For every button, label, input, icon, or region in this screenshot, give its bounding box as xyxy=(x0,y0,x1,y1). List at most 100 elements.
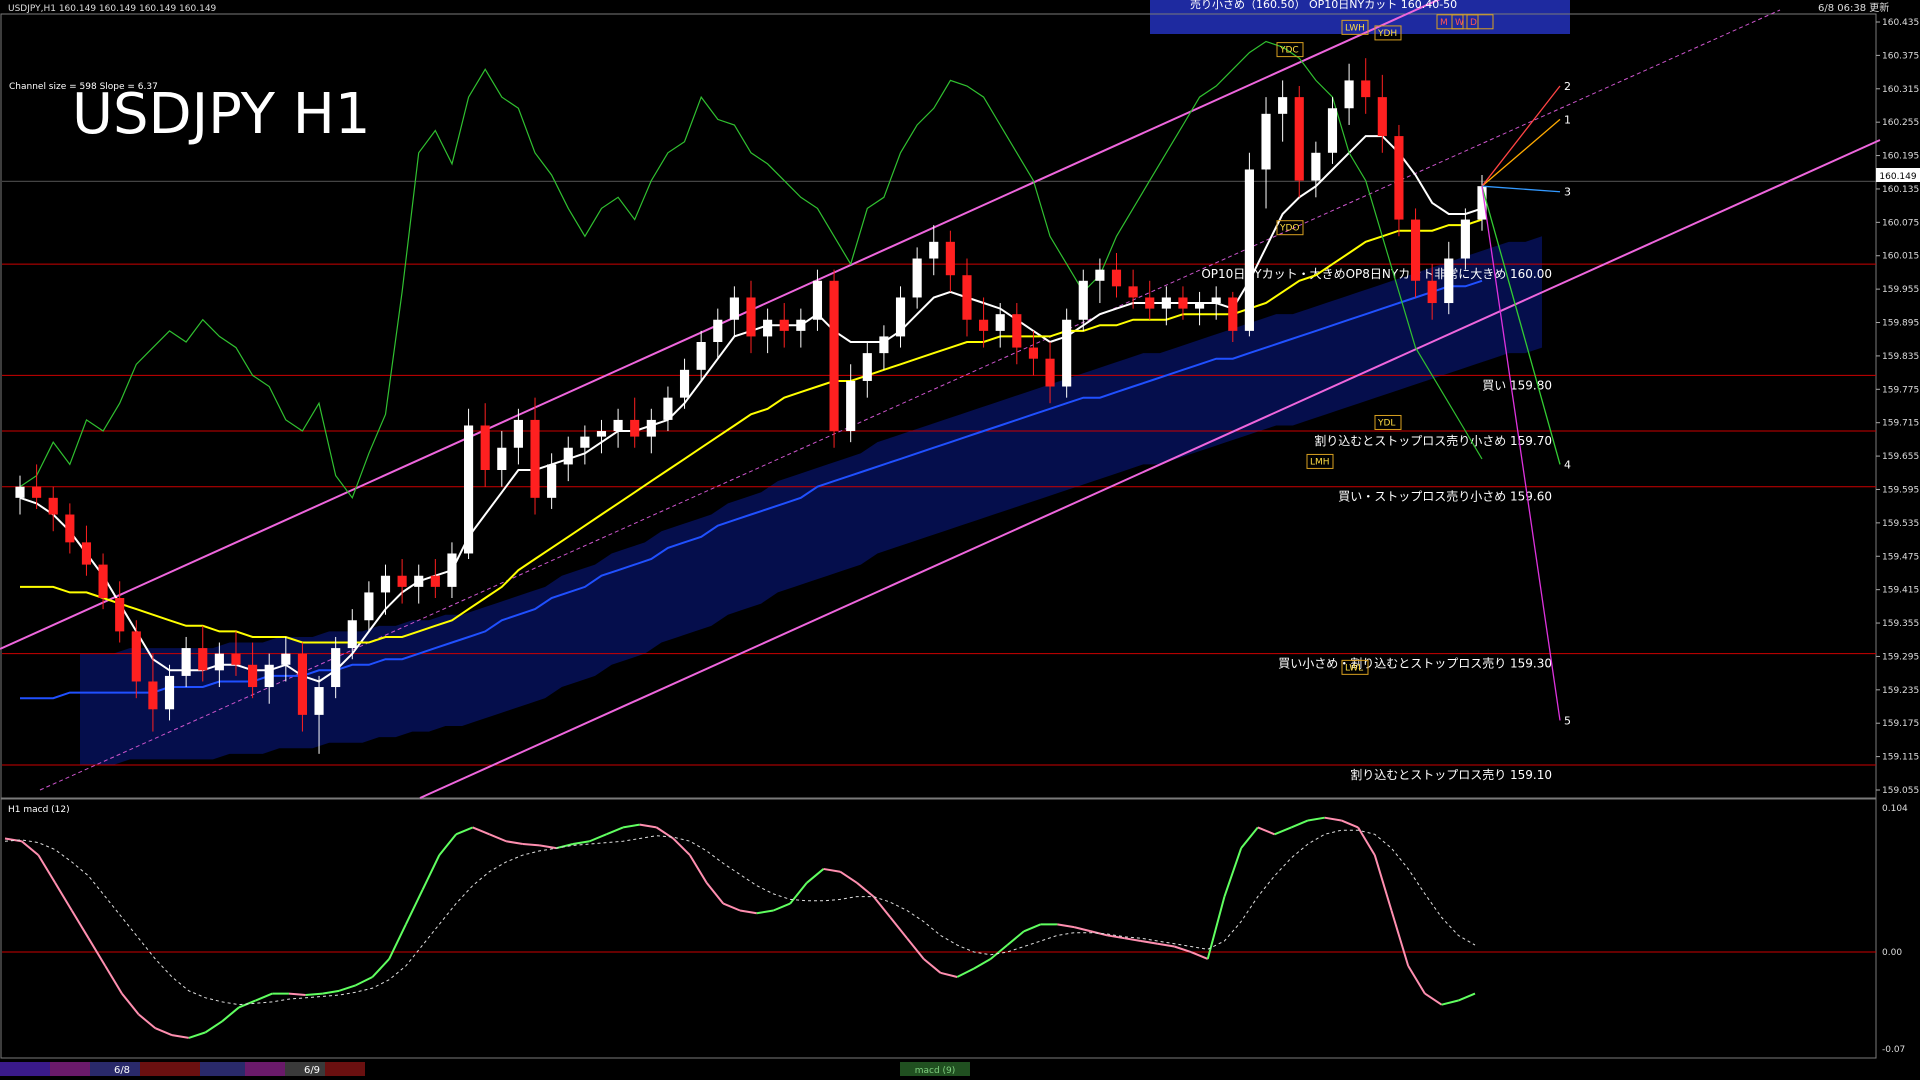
price-level-label: 割り込むとストップロス売り 159.10 xyxy=(1350,767,1552,782)
candle-body xyxy=(580,436,590,448)
y-tick-label: 159.055 xyxy=(1882,786,1919,796)
candle-body xyxy=(1344,80,1354,109)
candle-body xyxy=(430,575,440,587)
projection-label: 4 xyxy=(1564,458,1571,471)
macd-segment xyxy=(522,843,540,847)
top-banner-text: 売り小さめ（160.50） OP10日NYカット 160.40-50 xyxy=(1190,0,1457,11)
date-label-2: 6/9 xyxy=(304,1065,320,1076)
box-label: LMH xyxy=(1310,457,1330,467)
candle-body xyxy=(1327,108,1338,153)
y-tick-label: 159.775 xyxy=(1882,385,1919,395)
candle-body xyxy=(347,620,357,649)
candle-body xyxy=(895,297,906,337)
box-label: YDH xyxy=(1377,29,1397,39)
y-tick-label: 159.715 xyxy=(1882,419,1919,429)
y-tick-label: 159.115 xyxy=(1882,753,1919,763)
candle-body xyxy=(198,648,208,671)
y-tick-label: 159.595 xyxy=(1882,485,1919,495)
candle-body xyxy=(98,564,108,598)
candle-body xyxy=(1261,113,1271,170)
candle-body xyxy=(862,353,872,381)
candle-body xyxy=(979,319,989,331)
candle-body xyxy=(846,380,856,432)
candle-body xyxy=(48,497,58,515)
candle-body xyxy=(679,369,690,398)
candle-body xyxy=(1028,347,1039,359)
candle-body xyxy=(181,648,191,676)
candle-body xyxy=(1161,297,1171,309)
candle-body xyxy=(829,280,839,432)
candle-body xyxy=(1111,269,1122,287)
current-price-label: 160.149 xyxy=(1879,172,1916,182)
candle-body xyxy=(1228,297,1238,331)
candle-body xyxy=(696,342,706,370)
y-tick-label: 159.175 xyxy=(1882,719,1919,729)
candle-body xyxy=(995,314,1005,331)
candle-body xyxy=(879,336,889,354)
candle-body xyxy=(1145,297,1155,309)
candle-body xyxy=(1095,269,1105,281)
y-tick-label: 159.355 xyxy=(1882,619,1919,629)
candle-body xyxy=(513,419,523,448)
candle-body xyxy=(214,653,224,671)
candle-body xyxy=(563,447,573,465)
y-tick-label: 159.655 xyxy=(1882,452,1919,462)
candle-body xyxy=(463,425,474,554)
chart-canvas: USDJPY,H1 160.149 160.149 160.149 160.14… xyxy=(0,0,1920,1080)
candle-body xyxy=(331,648,341,688)
candle-body xyxy=(746,297,756,337)
candle-body xyxy=(480,425,490,470)
candle-body xyxy=(1062,319,1072,387)
candle-body xyxy=(248,664,258,688)
y-tick-label: 159.235 xyxy=(1882,686,1919,696)
y-tick-label: 160.375 xyxy=(1882,51,1919,61)
candle-body xyxy=(497,447,507,470)
y-tick-label: 160.315 xyxy=(1882,85,1919,95)
y-tick-label: 160.015 xyxy=(1882,252,1919,262)
update-time: 6/8 06:38 更新 xyxy=(1818,1,1889,14)
y-tick-label: 160.195 xyxy=(1882,152,1919,162)
box-label: LWL xyxy=(1345,663,1363,673)
candle-body xyxy=(779,319,789,331)
candle-body xyxy=(713,319,723,342)
candle-body xyxy=(1377,97,1387,137)
price-level-label: 買い 159.80 xyxy=(1482,378,1552,392)
y-tick-label: 160.435 xyxy=(1882,18,1919,28)
candle-body xyxy=(912,258,922,298)
candle-body xyxy=(364,592,374,621)
candle-body xyxy=(1311,152,1321,181)
projection-label: 5 xyxy=(1564,714,1571,727)
y-tick-label: 159.895 xyxy=(1882,319,1919,329)
macd-segment xyxy=(288,992,306,996)
candle-body xyxy=(148,681,158,710)
candle-body xyxy=(1178,297,1188,309)
candle-body xyxy=(447,553,457,587)
candle-body xyxy=(314,687,324,715)
candle-body xyxy=(115,598,125,632)
channel-info: Channel size = 598 Slope = 6.37 xyxy=(9,82,158,92)
candle-body xyxy=(962,275,972,320)
candle-body xyxy=(264,664,274,688)
macd-tick-label: -0.07 xyxy=(1882,1045,1905,1055)
candle-body xyxy=(32,486,42,498)
projection-label: 3 xyxy=(1564,186,1571,199)
projection-label: 1 xyxy=(1564,113,1571,126)
candle-body xyxy=(1427,280,1437,304)
y-tick-label: 159.955 xyxy=(1882,285,1919,295)
candle-body xyxy=(281,653,291,665)
candle-body xyxy=(414,575,424,587)
candle-body xyxy=(231,653,241,665)
candle-body xyxy=(1477,186,1487,220)
candle-body xyxy=(929,241,939,259)
candle-body xyxy=(81,542,92,565)
price-level-label: 割り込むとストップロス売り小さめ 159.70 xyxy=(1314,433,1552,448)
candle-body xyxy=(613,419,623,432)
y-tick-label: 159.535 xyxy=(1882,519,1919,529)
price-level-label: 買い小さめ・割り込むとストップロス売り 159.30 xyxy=(1278,656,1552,671)
symbol-line: USDJPY,H1 160.149 160.149 160.149 160.14… xyxy=(8,4,217,14)
candle-body xyxy=(1361,80,1371,98)
candle-body xyxy=(1394,136,1404,220)
candle-body xyxy=(1211,297,1221,304)
candle-body xyxy=(380,575,391,593)
box-label: D xyxy=(1470,18,1477,28)
